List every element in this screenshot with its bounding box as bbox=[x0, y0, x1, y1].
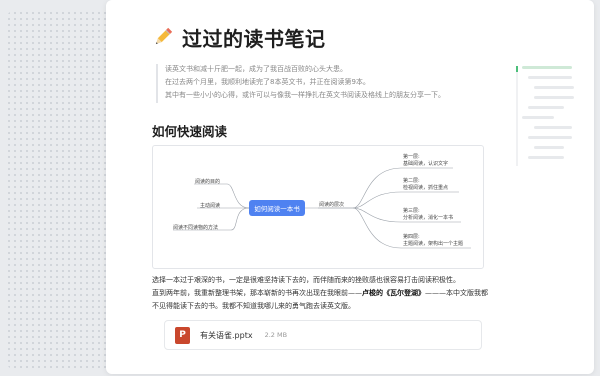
mindmap-node-right-desc: 检视阅读，抓住重点 bbox=[403, 185, 449, 191]
toc-item[interactable] bbox=[534, 86, 574, 89]
mindmap-node-right-desc: 分析阅读，消化一本书 bbox=[403, 215, 454, 221]
attachment-size: 2.2 MB bbox=[264, 331, 288, 339]
toc-item[interactable] bbox=[528, 76, 572, 79]
body-line: 选择一本过于艰深的书，一定是很难坚持读下去的，而伴随而来的挫败感也很容易打击阅读… bbox=[152, 276, 460, 284]
pptx-file-icon: P bbox=[175, 326, 190, 344]
table-of-contents[interactable] bbox=[516, 66, 586, 166]
intro-quote: 读英文书和减十斤肥一起，成为了我百战百败的心头大患。 在过去两个月里，我顺利地读… bbox=[156, 64, 495, 103]
mindmap-node-right-desc: 主题阅读，架构出一个主题 bbox=[403, 241, 464, 247]
page-title: 过过的读书笔记 bbox=[182, 26, 326, 51]
pencil-icon bbox=[155, 27, 173, 45]
body-line: 直到两年前，我重新整理书架，那本崭新的书再次出现在我眼前——卢梭的《瓦尔登湖》—… bbox=[152, 288, 492, 298]
decorative-dots-left bbox=[6, 10, 110, 370]
section-heading: 如何快速阅读 bbox=[152, 124, 228, 139]
title-row: 过过的读书笔记 bbox=[152, 22, 326, 52]
toc-item[interactable] bbox=[528, 156, 564, 159]
mindmap[interactable]: 阅读的目的 主动阅读 阅读不同读物的方法 如何阅读一本书 阅读的层次 第一层: … bbox=[152, 145, 484, 269]
mindmap-node-middle: 阅读的层次 bbox=[319, 202, 345, 208]
attachment-card[interactable]: P 有关语雀.pptx 2.2 MB bbox=[164, 320, 482, 350]
attachment-name[interactable]: 有关语雀.pptx bbox=[200, 330, 253, 341]
body-paragraph: 选择一本过于艰深的书，一定是很难坚持读下去的，而伴随而来的挫败感也很容易打击阅读… bbox=[152, 275, 492, 314]
toc-item[interactable] bbox=[528, 136, 572, 139]
body-line: 不见得能读下去的书。我都不知道我哪儿来的勇气跑去读英文版。 bbox=[152, 302, 355, 310]
mindmap-node-right-desc: 基础阅读，认识文字 bbox=[403, 161, 449, 167]
toc-item[interactable] bbox=[528, 106, 564, 109]
body-text: ———本中文版我都 bbox=[425, 289, 488, 297]
quote-line: 读英文书和减十斤肥一起，成为了我百战百败的心头大患。 bbox=[165, 65, 347, 73]
mindmap-node-right-title: 第二层: bbox=[403, 178, 420, 184]
toc-item[interactable] bbox=[534, 96, 574, 99]
mindmap-node-right-title: 第一层: bbox=[403, 154, 420, 160]
mindmap-node-left: 阅读的目的 bbox=[195, 179, 221, 185]
body-text: 直到两年前，我重新整理书架，那本崭新的书再次出现在我眼前—— bbox=[152, 289, 362, 297]
toc-item[interactable] bbox=[534, 126, 572, 129]
mindmap-node-right-title: 第三层: bbox=[403, 208, 420, 214]
quote-line: 其中有一些小小的心得，或许可以与像我一样挣扎在英文书阅读及格线上的朋友分享一下。 bbox=[165, 91, 445, 99]
mindmap-center-node[interactable]: 如何阅读一本书 bbox=[249, 200, 305, 216]
body-bold-text: 卢梭的《瓦尔登湖》 bbox=[362, 289, 425, 297]
mindmap-node-left: 主动阅读 bbox=[200, 203, 221, 209]
toc-item[interactable] bbox=[522, 66, 572, 69]
quote-line: 在过去两个月里，我顺利地读完了8本英文书，并正在阅读第9本。 bbox=[165, 78, 370, 86]
toc-item[interactable] bbox=[534, 146, 564, 149]
mindmap-node-left: 阅读不同读物的方法 bbox=[173, 225, 219, 231]
toc-item[interactable] bbox=[522, 116, 554, 119]
mindmap-node-right-title: 第四层: bbox=[403, 234, 420, 240]
document-card: 过过的读书笔记 读英文书和减十斤肥一起，成为了我百战百败的心头大患。 在过去两个… bbox=[106, 0, 594, 374]
